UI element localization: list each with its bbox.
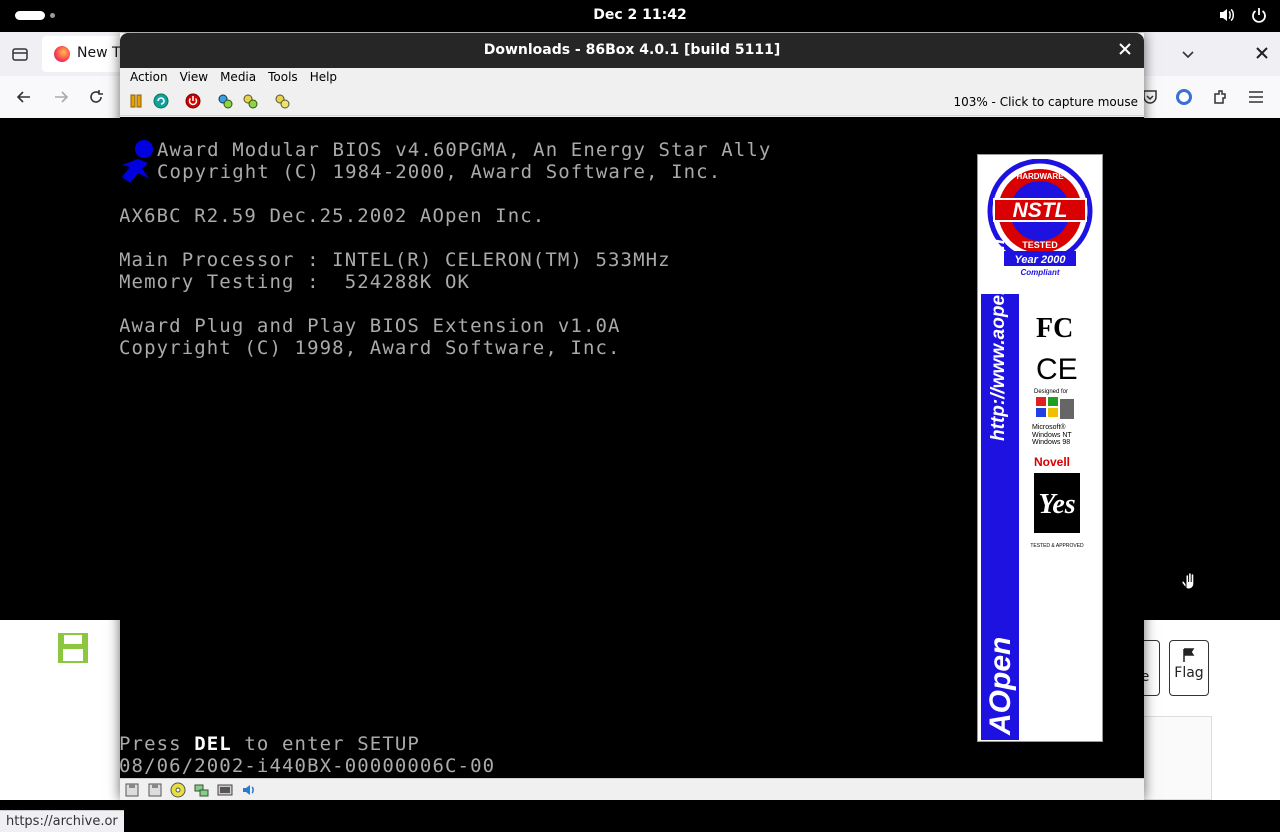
- menu-bar: Action View Media Tools Help: [120, 68, 1144, 88]
- sound-icon[interactable]: [241, 782, 257, 798]
- window-titlebar[interactable]: Downloads - 86Box 4.0.1 [build 5111]: [120, 33, 1144, 68]
- account-icon[interactable]: [1174, 87, 1194, 107]
- windows-98-text: Windows 98: [1032, 439, 1070, 446]
- link-status-url: https://archive.or: [0, 810, 124, 832]
- novell-yes-text: Yes: [1038, 489, 1075, 520]
- bios-pnp-copyright-line: Copyright (C) 1998, Award Software, Inc.: [120, 337, 621, 359]
- aopen-logo-banner: HARDWARE NSTL TESTED Year 2000 Compliant…: [977, 154, 1103, 742]
- menu-action[interactable]: Action: [130, 68, 174, 88]
- back-icon[interactable]: [14, 87, 34, 107]
- bios-header-line: Award Modular BIOS v4.60PGMA, An Energy …: [157, 139, 772, 161]
- emulated-screen[interactable]: Award Modular BIOS v4.60PGMA, An Energy …: [120, 117, 1144, 778]
- bios-id-string: 08/06/2002-i440BX-00000006C-00: [120, 755, 496, 777]
- bios-board-line: AX6BC R2.59 Dec.25.2002 AOpen Inc.: [120, 205, 546, 227]
- pause-icon[interactable]: [128, 93, 144, 109]
- microsoft-text: Microsoft®: [1032, 423, 1066, 431]
- flag-button[interactable]: Flag: [1169, 640, 1209, 696]
- close-icon[interactable]: [1118, 42, 1132, 56]
- extensions-icon[interactable]: [1210, 87, 1230, 107]
- speaker-icon[interactable]: [1218, 6, 1236, 24]
- bios-memory-line: Memory Testing : 524288K OK: [120, 271, 471, 293]
- window-title: Downloads - 86Box 4.0.1 [build 5111]: [483, 42, 781, 58]
- flag-icon: [1183, 648, 1195, 662]
- aopen-url-text: http://www.aopen.com: [988, 239, 1009, 441]
- ce-logo: CE: [1036, 353, 1078, 386]
- certification-logos: FC CE Designed for Microsoft® Windows NT…: [1030, 313, 1084, 549]
- energy-star-icon: [122, 140, 153, 183]
- aopen-logo: AOpen: [984, 637, 1017, 736]
- bios-pnp-line: Award Plug and Play BIOS Extension v1.0A: [120, 315, 621, 337]
- prompt-suffix: to enter SETUP: [231, 733, 420, 755]
- floppy-icon[interactable]: [124, 782, 140, 798]
- year2000-text: Year 2000: [1015, 254, 1067, 266]
- fc-logo: FC: [1036, 313, 1073, 344]
- nstl-main-text: NSTL: [1013, 199, 1068, 222]
- status-bar: [120, 778, 1144, 800]
- clock[interactable]: Dec 2 11:42: [0, 7, 1280, 23]
- display-icon[interactable]: [217, 782, 233, 798]
- tab-title: New T: [77, 45, 121, 61]
- compliant-text: Compliant: [1020, 268, 1059, 277]
- close-icon[interactable]: [1253, 44, 1271, 62]
- emulator-window: Downloads - 86Box 4.0.1 [build 5111] Act…: [120, 33, 1144, 800]
- cdrom-icon[interactable]: [170, 782, 186, 798]
- power-icon[interactable]: [185, 93, 201, 109]
- floppy-save-icon: [58, 633, 88, 663]
- system-tray[interactable]: [1218, 6, 1268, 24]
- flag-button-label: Flag: [1174, 665, 1204, 681]
- tab-overview-icon[interactable]: [10, 44, 30, 64]
- bios-setup-prompt: Press DEL to enter SETUP: [120, 733, 420, 755]
- capture-mouse-hint: 103% - Click to capture mouse: [953, 95, 1138, 109]
- power-icon[interactable]: [1250, 6, 1268, 24]
- ctrl-alt-del-icon[interactable]: [153, 93, 169, 109]
- aopen-logo-text: AOpen: [984, 637, 1017, 736]
- media-icon[interactable]: [242, 93, 258, 109]
- menu-media[interactable]: Media: [220, 68, 262, 88]
- designed-for-text: Designed for: [1034, 389, 1068, 395]
- hand-cursor-icon: [1181, 572, 1195, 590]
- novell-text: Novell: [1034, 455, 1070, 469]
- menu-help[interactable]: Help: [310, 68, 343, 88]
- bios-copyright-line: Copyright (C) 1984-2000, Award Software,…: [157, 161, 722, 183]
- screenshot-icon[interactable]: [274, 93, 290, 109]
- menu-icon[interactable]: [1246, 87, 1266, 107]
- firefox-favicon-icon: [54, 46, 70, 62]
- settings-icon[interactable]: [217, 93, 233, 109]
- del-key: DEL: [194, 733, 232, 755]
- bios-cpu-line: Main Processor : INTEL(R) CELERON(TM) 53…: [120, 249, 671, 271]
- tested-approved-text: TESTED & APPROVED: [1030, 543, 1084, 549]
- prompt-prefix: Press: [120, 733, 195, 755]
- reload-icon[interactable]: [86, 87, 106, 107]
- menu-tools[interactable]: Tools: [268, 68, 304, 88]
- nstl-top-text: HARDWARE: [1016, 172, 1064, 181]
- toolbar: 103% - Click to capture mouse: [120, 88, 1144, 116]
- floppy2-icon[interactable]: [147, 782, 163, 798]
- chevron-down-icon[interactable]: [1178, 44, 1198, 64]
- windows-nt-text: Windows NT: [1032, 432, 1072, 439]
- forward-icon[interactable]: [51, 87, 71, 107]
- windows-flag-icon: [1036, 397, 1074, 419]
- system-top-bar: Dec 2 11:42: [0, 0, 1280, 32]
- network-icon[interactable]: [193, 782, 209, 798]
- menu-view[interactable]: View: [180, 68, 214, 88]
- nstl-bottom-text: TESTED: [1022, 240, 1058, 250]
